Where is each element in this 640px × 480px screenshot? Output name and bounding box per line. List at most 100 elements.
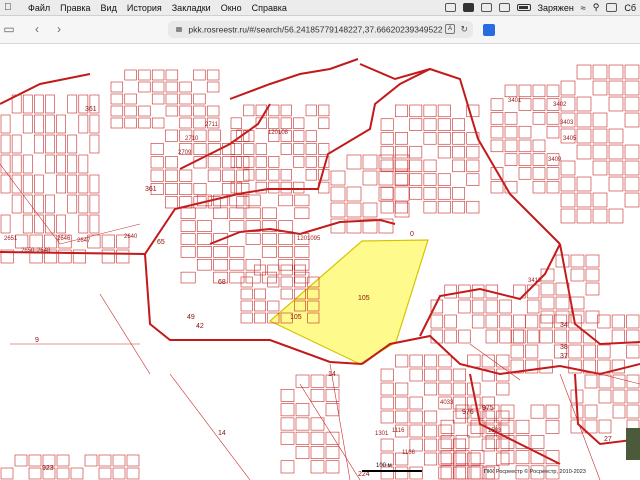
- parcel-outline[interactable]: [532, 167, 546, 180]
- parcel-outline[interactable]: [110, 81, 124, 93]
- parcel-outline[interactable]: [490, 180, 504, 194]
- parcel-outline[interactable]: [78, 194, 89, 214]
- parcel-outline[interactable]: [255, 168, 267, 181]
- parcel-outline[interactable]: [481, 438, 495, 452]
- parcel-outline[interactable]: [597, 344, 611, 359]
- parcel-outline[interactable]: [28, 454, 42, 467]
- parcel-outline[interactable]: [67, 94, 78, 114]
- parcel-outline[interactable]: [626, 329, 640, 344]
- parcel-outline[interactable]: [584, 374, 598, 389]
- parcel-outline[interactable]: [150, 143, 164, 155]
- menu-bookmarks[interactable]: Закладки: [172, 3, 211, 13]
- parcel-outline[interactable]: [409, 173, 423, 186]
- parcel-outline[interactable]: [165, 93, 179, 105]
- parcel-outline[interactable]: [504, 139, 518, 153]
- parcel-outline[interactable]: [532, 180, 546, 194]
- parcel-outline[interactable]: [268, 168, 280, 181]
- parcel-outline[interactable]: [124, 117, 137, 129]
- parcel-outline[interactable]: [380, 200, 394, 214]
- parcel-outline[interactable]: [380, 118, 394, 131]
- parcel-outline[interactable]: [424, 424, 438, 438]
- parcel-outline[interactable]: [518, 84, 532, 98]
- parcel-outline[interactable]: [305, 143, 317, 155]
- parcel-outline[interactable]: [510, 344, 524, 359]
- app-status-icon[interactable]: [444, 3, 456, 12]
- parcel-outline[interactable]: [380, 410, 394, 424]
- parcel-outline[interactable]: [325, 431, 340, 445]
- parcel-outline[interactable]: [585, 310, 600, 324]
- parcel-outline[interactable]: [213, 246, 229, 258]
- forward-icon[interactable]: ›: [52, 22, 66, 36]
- parcel-outline[interactable]: [576, 176, 592, 192]
- parcel-outline[interactable]: [22, 94, 33, 114]
- apple-icon[interactable]: : [4, 2, 18, 13]
- parcel-outline[interactable]: [165, 69, 179, 81]
- parcel-outline[interactable]: [499, 299, 512, 314]
- parcel-outline[interactable]: [110, 117, 124, 129]
- parcel-outline[interactable]: [196, 246, 212, 258]
- parcel-outline[interactable]: [576, 96, 592, 112]
- parcel-outline[interactable]: [310, 431, 325, 445]
- parcel-outline[interactable]: [499, 329, 512, 344]
- parcel-outline[interactable]: [395, 396, 409, 410]
- parcel-outline[interactable]: [280, 288, 293, 300]
- parcel-outline[interactable]: [280, 276, 293, 288]
- app-status-icon-3[interactable]: [480, 3, 492, 12]
- parcel-outline[interactable]: [455, 435, 470, 449]
- parcel-outline[interactable]: [34, 134, 44, 154]
- parcel-outline[interactable]: [424, 452, 438, 466]
- parcel-outline[interactable]: [545, 419, 560, 434]
- parcel-outline[interactable]: [124, 93, 137, 105]
- parcel-outline[interactable]: [518, 153, 532, 166]
- parcel-outline[interactable]: [539, 314, 553, 329]
- parcel-outline[interactable]: [546, 180, 560, 194]
- parcel-outline[interactable]: [546, 112, 560, 125]
- parcel-outline[interactable]: [206, 105, 220, 117]
- parcel-outline[interactable]: [346, 202, 362, 218]
- parcel-outline[interactable]: [485, 329, 499, 344]
- parcel-outline[interactable]: [236, 169, 250, 182]
- parcel-outline[interactable]: [380, 368, 394, 382]
- parcel-outline[interactable]: [546, 84, 560, 98]
- parcel-outline[interactable]: [278, 246, 294, 258]
- parcel-outline[interactable]: [229, 271, 245, 284]
- parcel-outline[interactable]: [56, 214, 66, 234]
- parcel-outline[interactable]: [278, 194, 294, 207]
- parcel-outline[interactable]: [592, 192, 608, 208]
- map-overview-thumbnail[interactable]: [626, 428, 640, 460]
- parcel-outline[interactable]: [294, 271, 310, 284]
- parcel-outline[interactable]: [585, 254, 600, 268]
- parcel-outline[interactable]: [532, 153, 546, 166]
- parcel-outline[interactable]: [394, 154, 410, 170]
- parcel-outline[interactable]: [22, 174, 33, 194]
- parcel-outline[interactable]: [380, 187, 394, 200]
- parcel-outline[interactable]: [612, 389, 626, 404]
- parcel-outline[interactable]: [598, 389, 612, 404]
- parcel-outline[interactable]: [240, 276, 253, 288]
- parcel-outline[interactable]: [78, 214, 89, 234]
- parcel-outline[interactable]: [295, 446, 310, 460]
- parcel-outline[interactable]: [608, 176, 624, 192]
- parcel-outline[interactable]: [346, 186, 362, 202]
- parcel-outline[interactable]: [179, 169, 193, 182]
- parcel-outline[interactable]: [452, 438, 466, 452]
- parcel-outline[interactable]: [193, 93, 206, 105]
- parcel-outline[interactable]: [138, 117, 151, 129]
- parcel-outline[interactable]: [310, 388, 325, 402]
- selected-parcel[interactable]: [268, 239, 429, 365]
- parcel-outline[interactable]: [471, 299, 485, 314]
- parcel-outline[interactable]: [423, 187, 437, 200]
- parcel-outline[interactable]: [624, 176, 640, 192]
- parcel-outline[interactable]: [394, 104, 408, 118]
- parcel-outline[interactable]: [67, 134, 78, 154]
- parcel-outline[interactable]: [513, 314, 526, 329]
- parcel-outline[interactable]: [151, 69, 165, 81]
- parcel-outline[interactable]: [490, 139, 504, 153]
- parcel-outline[interactable]: [437, 173, 451, 186]
- parcel-outline[interactable]: [261, 233, 277, 245]
- parcel-outline[interactable]: [570, 254, 585, 268]
- parcel-outline[interactable]: [310, 446, 325, 460]
- parcel-outline[interactable]: [180, 207, 196, 220]
- parcel-outline[interactable]: [409, 424, 423, 438]
- parcel-outline[interactable]: [485, 314, 499, 329]
